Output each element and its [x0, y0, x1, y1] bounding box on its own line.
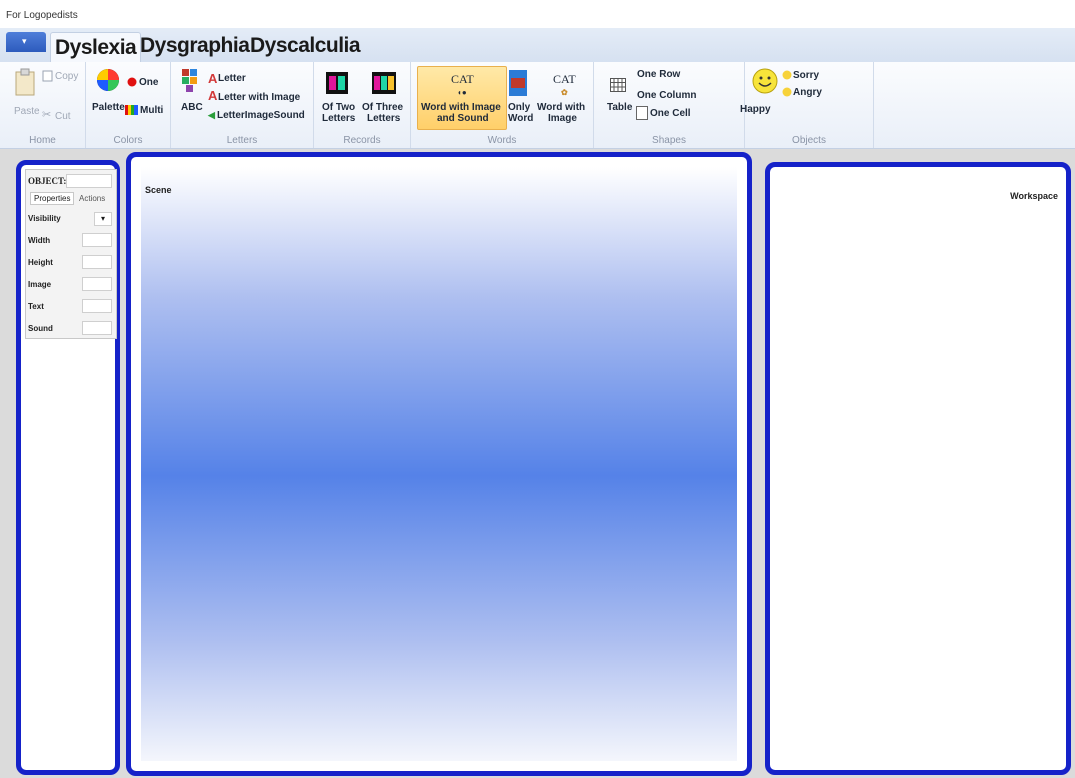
- multi-label: Multi: [140, 105, 164, 116]
- only-label-2: Word: [508, 113, 534, 124]
- letter-with-image-label: Letter with Image: [218, 92, 301, 103]
- letter-image-icon: A: [208, 88, 218, 103]
- red-dot-icon: [127, 77, 137, 87]
- title-bar: For Logopedists: [0, 0, 1075, 28]
- letter-label: Letter: [218, 73, 246, 84]
- cut-label: Cut: [55, 111, 71, 122]
- sorry-face-icon: [782, 70, 792, 80]
- group-letters: ABC A Letter A Letter with Image ◀ Lette…: [171, 62, 314, 148]
- sorry-label: Sorry: [793, 70, 820, 81]
- copy-icon: [42, 70, 53, 82]
- word-card-icon: [509, 70, 527, 96]
- cat-image-icon: ✿: [561, 88, 568, 97]
- chevron-down-icon: ▾: [100, 214, 105, 223]
- copy-label: Copy: [55, 71, 79, 82]
- window-title: For Logopedists: [6, 10, 78, 21]
- of-two-label-1: Of Two: [322, 102, 356, 113]
- two-letters-icon: [326, 72, 348, 94]
- group-colors: Palette One Multi Colors: [86, 62, 171, 148]
- height-label: Height: [28, 258, 53, 267]
- letter-image-sound-label: LetterImageSound: [217, 110, 305, 121]
- chevron-down-icon: ▾: [22, 36, 27, 46]
- text-label: Text: [28, 302, 44, 311]
- cat-word-icon: CAT: [451, 72, 474, 86]
- group-label-objects: Objects: [792, 135, 826, 146]
- group-label-letters: Letters: [226, 135, 258, 146]
- group-home: Paste Copy ✂ Cut Home: [0, 62, 86, 148]
- angry-face-icon: [782, 87, 792, 97]
- color-wheel-icon: [97, 69, 119, 91]
- three-letters-icon: [372, 72, 396, 94]
- tab-dyscalculia[interactable]: Dyscalculia: [250, 34, 361, 58]
- only-label-1: Only: [508, 102, 531, 113]
- color-bars-icon: [125, 105, 138, 115]
- of-three-label-2: Letters: [367, 113, 401, 124]
- workspace-label: Workspace: [1010, 191, 1058, 201]
- group-objects: Happy Sorry Angry Objects: [740, 62, 874, 148]
- letter-blocks-icon: [182, 69, 197, 92]
- of-two-label-2: Letters: [322, 113, 356, 124]
- text-input[interactable]: [82, 299, 112, 313]
- application-menu-button[interactable]: ▾: [6, 32, 46, 52]
- visibility-label: Visibility: [28, 214, 61, 223]
- angry-label: Angry: [793, 87, 822, 98]
- word-with-label-1: Word with: [537, 102, 586, 113]
- tab-dysgraphia[interactable]: Dysgraphia: [140, 34, 250, 58]
- properties-box: OBJECT: Properties Actions Visibility ▾ …: [25, 169, 117, 339]
- word-with-image-label-2: and Sound: [437, 113, 489, 124]
- abc-label: ABC: [181, 102, 203, 113]
- tab-properties[interactable]: Properties: [30, 192, 75, 205]
- of-three-label-1: Of Three: [362, 102, 404, 113]
- table-label: Table: [607, 102, 633, 113]
- group-records: Of Two Letters Of Three Letters Records: [314, 62, 411, 148]
- image-label: Image: [28, 280, 52, 289]
- one-column-button[interactable]: One Column: [637, 90, 696, 101]
- cat-picture-icon: CAT: [553, 72, 576, 86]
- smiley-face-icon: [752, 68, 778, 94]
- table-grid-icon: [610, 78, 626, 92]
- group-label-home: Home: [29, 135, 56, 146]
- width-input[interactable]: [82, 233, 112, 247]
- tab-actions[interactable]: Actions: [76, 193, 108, 204]
- palette-label: Palette: [92, 102, 125, 113]
- paste-label: Paste: [14, 106, 40, 117]
- one-cell-label: One Cell: [650, 108, 691, 119]
- group-label-words: Words: [487, 135, 517, 146]
- letter-a-icon: A: [208, 71, 218, 86]
- work-area: OBJECT: Properties Actions Visibility ▾ …: [0, 149, 1075, 778]
- sound-label: Sound: [28, 324, 53, 333]
- scene-canvas[interactable]: [141, 167, 737, 761]
- one-label: One: [139, 77, 159, 88]
- tab-dyslexia[interactable]: Dyslexia: [50, 32, 142, 63]
- visibility-dropdown[interactable]: ▾: [94, 212, 112, 226]
- group-label-shapes: Shapes: [652, 135, 686, 146]
- speaker-icon: ◀: [208, 110, 215, 120]
- clipboard-icon: [15, 68, 35, 96]
- group-label-records: Records: [343, 135, 381, 146]
- word-with-label-2: Image: [548, 113, 577, 124]
- ribbon-tabstrip: ▾ Dyslexia Dysgraphia Dyscalculia: [0, 28, 1075, 63]
- one-row-button[interactable]: One Row: [637, 69, 680, 80]
- width-label: Width: [28, 236, 51, 245]
- object-label: OBJECT:: [28, 176, 67, 186]
- group-words: CAT ◖● Word with Image and Sound Only Wo…: [411, 62, 594, 148]
- scissors-icon: ✂: [42, 109, 52, 121]
- scene-panel[interactable]: Scene: [126, 152, 752, 776]
- group-shapes: Table One Row One Column One Cell Shapes: [594, 62, 745, 148]
- cell-icon: [636, 106, 648, 120]
- speaker-eye-icon: ◖●: [457, 88, 467, 97]
- sound-input[interactable]: [82, 321, 112, 335]
- height-input[interactable]: [82, 255, 112, 269]
- properties-panel: OBJECT: Properties Actions Visibility ▾ …: [16, 160, 120, 775]
- ribbon: Paste Copy ✂ Cut Home Palette One Multi …: [0, 62, 1075, 149]
- scene-label: Scene: [145, 185, 172, 195]
- group-label-colors: Colors: [113, 135, 143, 146]
- object-name-input[interactable]: [66, 174, 112, 188]
- image-input[interactable]: [82, 277, 112, 291]
- word-with-image-label-1: Word with Image: [421, 102, 501, 113]
- workspace-panel[interactable]: Workspace: [765, 162, 1071, 775]
- happy-label: Happy: [740, 104, 771, 115]
